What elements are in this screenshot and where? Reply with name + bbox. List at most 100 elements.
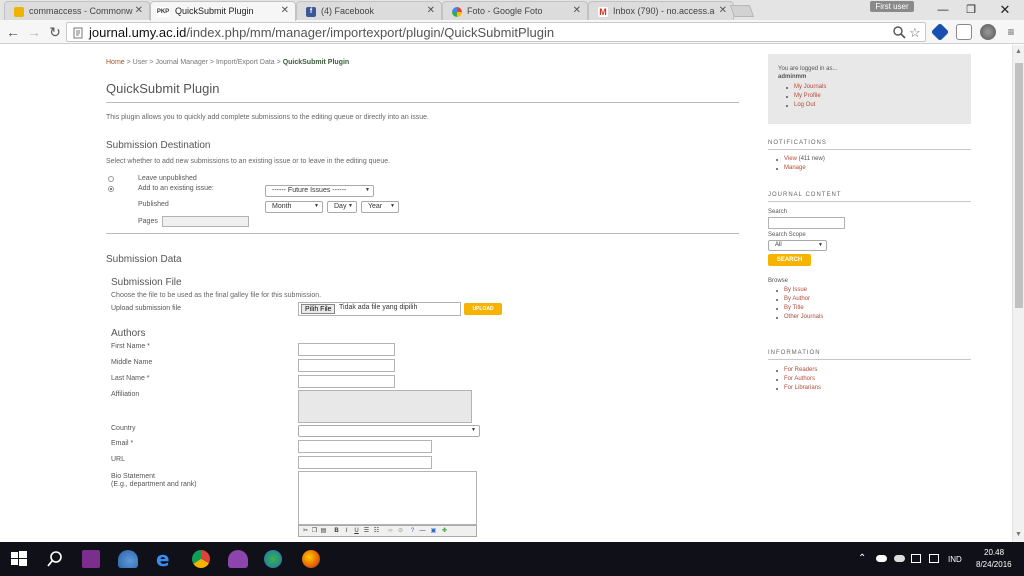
battery-tray-icon[interactable] xyxy=(911,554,921,563)
chrome-icon[interactable] xyxy=(192,550,210,568)
radio-existing-issue[interactable] xyxy=(108,186,114,192)
italic-icon[interactable]: I xyxy=(343,528,350,535)
unlink-icon[interactable]: ⊘ xyxy=(397,528,404,535)
new-tab-button[interactable] xyxy=(729,5,755,17)
bio-editor[interactable] xyxy=(298,471,477,525)
cut-icon[interactable]: ✂ xyxy=(302,528,309,535)
file-input[interactable]: Pilih File Tidak ada file yang dipilih xyxy=(298,302,461,316)
network-globe-icon[interactable] xyxy=(264,550,282,568)
label-country: Country xyxy=(111,425,136,432)
underline-icon[interactable]: U xyxy=(353,528,360,535)
affiliation-textarea[interactable] xyxy=(298,390,472,423)
search-icon[interactable] xyxy=(46,550,64,568)
close-tab-icon[interactable]: ✕ xyxy=(281,5,289,16)
paste-icon[interactable]: ▤ xyxy=(320,528,327,535)
close-tab-icon[interactable]: ✕ xyxy=(719,5,727,16)
month-select[interactable]: Month ▼ xyxy=(265,201,323,213)
issue-select[interactable]: ------ Future Issues ------ ▼ xyxy=(265,185,374,197)
numbered-list-icon[interactable]: ☷ xyxy=(373,528,380,535)
bookmark-star-icon[interactable]: ☆ xyxy=(909,25,921,41)
minimize-icon[interactable]: — xyxy=(928,2,958,18)
choose-file-button[interactable]: Pilih File xyxy=(301,304,336,314)
url-input[interactable] xyxy=(298,456,432,469)
first-name-input[interactable] xyxy=(298,343,395,356)
reload-icon[interactable]: ↻ xyxy=(46,23,64,41)
search-scope-select[interactable]: All ▼ xyxy=(768,240,827,251)
profile-badge[interactable]: First user xyxy=(870,1,914,12)
cloud-app-icon[interactable] xyxy=(228,550,248,568)
back-icon[interactable]: ← xyxy=(4,23,22,41)
for-readers-link[interactable]: For Readers xyxy=(784,367,817,373)
extension-globe-icon[interactable] xyxy=(980,24,996,40)
hr-icon[interactable]: — xyxy=(419,528,426,535)
address-bar[interactable]: journal.umy.ac.id/index.php/mm/manager/i… xyxy=(66,22,926,42)
breadcrumb-user[interactable]: User xyxy=(133,59,148,66)
breadcrumb-import-export[interactable]: Import/Export Data xyxy=(216,59,275,66)
forward-icon[interactable]: → xyxy=(25,23,43,41)
tab-google-photos[interactable]: Foto - Google Foto ✕ xyxy=(442,1,588,20)
plugin-icon[interactable]: ✤ xyxy=(441,528,448,535)
close-tab-icon[interactable]: ✕ xyxy=(573,5,581,16)
firefox-icon[interactable] xyxy=(302,550,320,568)
action-center-icon[interactable] xyxy=(929,554,939,563)
email-input[interactable] xyxy=(298,440,432,453)
country-select[interactable]: ▼ xyxy=(298,425,480,437)
menu-icon[interactable]: ≡ xyxy=(1002,23,1020,41)
extension-doc-icon[interactable] xyxy=(956,24,972,40)
image-icon[interactable]: ▣ xyxy=(430,528,437,535)
extension-diamond-icon[interactable] xyxy=(930,22,950,42)
browse-by-author-link[interactable]: By Author xyxy=(784,296,810,302)
notifications-view-link[interactable]: View xyxy=(784,156,797,162)
radio-leave-unpublished[interactable] xyxy=(108,176,114,182)
breadcrumb-journal-manager[interactable]: Journal Manager xyxy=(155,59,208,66)
bullet-list-icon[interactable]: ☰ xyxy=(363,528,370,535)
breadcrumb-home[interactable]: Home xyxy=(106,59,125,66)
my-profile-link[interactable]: My Profile xyxy=(794,93,821,99)
tray-expand-icon[interactable]: ⌃ xyxy=(858,553,866,564)
tab-gmail[interactable]: M Inbox (790) - no.access.a ✕ xyxy=(588,1,734,20)
link-icon[interactable]: ∞ xyxy=(387,528,394,535)
scroll-up-icon[interactable]: ▲ xyxy=(1015,48,1022,55)
maximize-icon[interactable]: ❐ xyxy=(956,2,986,18)
cloud-tray-icon[interactable] xyxy=(894,555,905,562)
tab-commaccess[interactable]: commaccess - Commonw ✕ xyxy=(4,1,150,20)
help-icon[interactable]: ? xyxy=(409,528,416,535)
for-librarians-link[interactable]: For Librarians xyxy=(784,385,821,391)
close-tab-icon[interactable]: ✕ xyxy=(427,5,435,16)
page-scrollbar[interactable]: ▲ ▼ xyxy=(1012,45,1024,542)
page-info-icon[interactable] xyxy=(73,27,83,39)
windows-start-icon[interactable] xyxy=(10,550,28,568)
upload-button[interactable]: UPLOAD xyxy=(464,303,502,315)
close-window-icon[interactable]: ✕ xyxy=(990,2,1020,18)
clock-time[interactable]: 20.48 xyxy=(984,548,1004,557)
onedrive-icon[interactable] xyxy=(118,550,138,568)
clock-date[interactable]: 8/24/2016 xyxy=(976,560,1012,569)
tab-quicksubmit[interactable]: PKP QuickSubmit Plugin ✕ xyxy=(150,1,296,21)
for-authors-link[interactable]: For Authors xyxy=(784,376,815,382)
pages-input[interactable] xyxy=(162,216,249,227)
middle-name-input[interactable] xyxy=(298,359,395,372)
close-tab-icon[interactable]: ✕ xyxy=(135,5,143,16)
tab-facebook[interactable]: f (4) Facebook ✕ xyxy=(296,1,442,20)
sidebar-search-input[interactable] xyxy=(768,217,845,229)
tab-title: Inbox (790) - no.access.a xyxy=(613,6,715,16)
scrollbar-thumb[interactable] xyxy=(1015,63,1023,308)
browse-by-title-link[interactable]: By Title xyxy=(784,305,804,311)
browse-by-issue-link[interactable]: By Issue xyxy=(784,287,807,293)
onenote-icon[interactable] xyxy=(82,550,100,568)
notifications-manage-link[interactable]: Manage xyxy=(784,165,806,171)
other-journals-link[interactable]: Other Journals xyxy=(784,314,823,320)
language-indicator[interactable]: IND xyxy=(948,555,962,564)
log-out-link[interactable]: Log Out xyxy=(794,102,815,108)
my-journals-link[interactable]: My Journals xyxy=(794,84,826,90)
day-select[interactable]: Day ▼ xyxy=(327,201,357,213)
last-name-input[interactable] xyxy=(298,375,395,388)
scroll-down-icon[interactable]: ▼ xyxy=(1015,531,1022,538)
sidebar-search-button[interactable]: SEARCH xyxy=(768,254,811,266)
year-select[interactable]: Year ▼ xyxy=(361,201,399,213)
edge-icon[interactable]: e xyxy=(156,549,174,569)
bold-icon[interactable]: B xyxy=(333,528,340,535)
onedrive-tray-icon[interactable] xyxy=(876,555,887,562)
zoom-icon[interactable] xyxy=(893,26,906,39)
copy-icon[interactable]: ❐ xyxy=(311,528,318,535)
